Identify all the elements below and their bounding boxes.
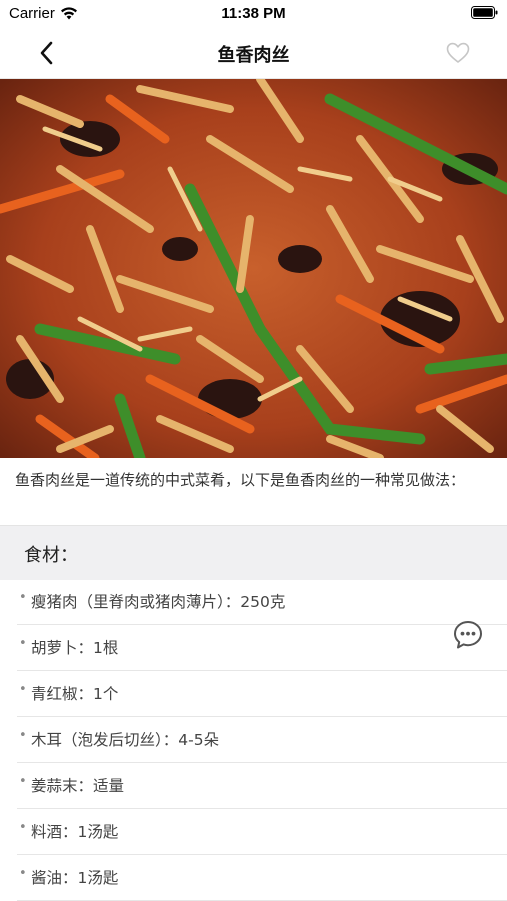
bullet-icon: • bbox=[19, 636, 27, 651]
dish-photo bbox=[0, 79, 507, 458]
bullet-icon: • bbox=[19, 590, 27, 605]
ingredients-list: • 瘦猪肉（里脊肉或猪肉薄片）：250克 • 胡萝卜：1根 • 青红椒：1个 • 木耳（… bbox=[0, 579, 507, 901]
ingredients-section-header: 食材： bbox=[0, 525, 507, 580]
ingredient-text: 胡萝卜：1根 bbox=[31, 639, 119, 657]
bullet-icon: • bbox=[19, 866, 27, 881]
list-item: • 姜蒜末：适量 bbox=[17, 763, 507, 809]
heart-outline-icon bbox=[446, 42, 470, 63]
bullet-icon: • bbox=[19, 820, 27, 835]
page-title: 鱼香肉丝 bbox=[217, 45, 290, 66]
list-item: • 青红椒：1个 bbox=[17, 671, 507, 717]
bullet-icon: • bbox=[19, 728, 27, 743]
list-item: • 酱油：1汤匙 bbox=[17, 855, 507, 901]
list-item: • 瘦猪肉（里脊肉或猪肉薄片）：250克 bbox=[17, 579, 507, 625]
list-item: • 料酒：1汤匙 bbox=[17, 809, 507, 855]
recipe-intro: 鱼香肉丝是一道传统的中式菜肴，以下是鱼香肉丝的一种常见做法： bbox=[15, 471, 466, 489]
ingredient-text: 料酒：1汤匙 bbox=[31, 823, 119, 841]
ingredient-text: 姜蒜末：适量 bbox=[31, 777, 125, 795]
navigation-bar: 鱼香肉丝 bbox=[0, 28, 507, 79]
chat-button[interactable] bbox=[452, 619, 484, 651]
ingredient-text: 青红椒：1个 bbox=[31, 685, 119, 703]
ingredient-text: 瘦猪肉（里脊肉或猪肉薄片）：250克 bbox=[31, 593, 286, 611]
section-title: 食材： bbox=[24, 545, 78, 566]
status-bar: Carrier 11:38 PM bbox=[0, 0, 507, 28]
bullet-icon: • bbox=[19, 774, 27, 789]
list-item: • 胡萝卜：1根 bbox=[17, 625, 507, 671]
clock: 11:38 PM bbox=[221, 5, 286, 22]
ingredient-text: 酱油：1汤匙 bbox=[31, 869, 119, 887]
bullet-icon: • bbox=[19, 682, 27, 697]
battery-icon bbox=[471, 6, 498, 19]
ingredient-text: 木耳（泡发后切丝）：4-5朵 bbox=[31, 731, 220, 749]
chat-bubble-icon bbox=[454, 621, 482, 649]
list-item: • 木耳（泡发后切丝）：4-5朵 bbox=[17, 717, 507, 763]
favorite-button[interactable] bbox=[445, 40, 471, 66]
